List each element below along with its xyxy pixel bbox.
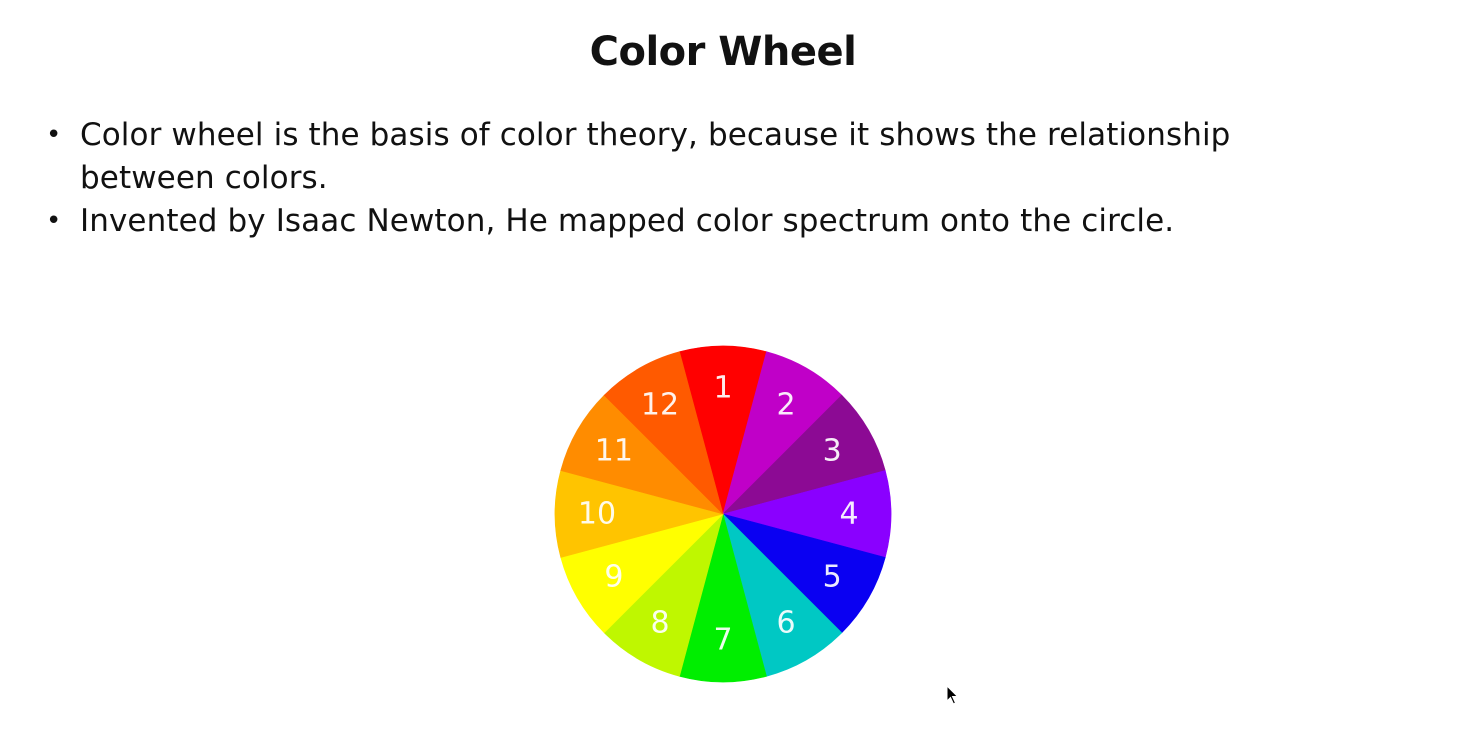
wheel-label-6: 6 [776,606,795,641]
bullet-item: • Invented by Isaac Newton, He mapped co… [46,200,1346,243]
bullet-dot: • [46,120,62,150]
wheel-label-5: 5 [823,560,842,595]
bullet-item: • Color wheel is the basis of color theo… [46,114,1346,200]
bullet-text: Invented by Isaac Newton, He mapped colo… [80,203,1175,239]
mouse-pointer-icon [946,685,959,705]
wheel-label-10: 10 [578,497,616,532]
wheel-label-11: 11 [595,434,633,469]
color-wheel-graphic: 1 23456789101112 [554,345,892,683]
bullet-dot: • [46,206,62,236]
slide-title: Color Wheel [589,29,857,75]
wheel-label-7: 7 [713,623,732,658]
wheel-label-2: 2 [776,387,795,422]
wheel-label-12: 12 [641,387,679,422]
wheel-label-9: 9 [604,560,623,595]
wheel-label-8: 8 [650,606,669,641]
bullet-list: • Color wheel is the basis of color theo… [46,114,1346,243]
wheel-label-1: 1 [713,371,732,406]
bullet-text: Color wheel is the basis of color theory… [80,117,1231,196]
wheel-label-3: 3 [823,434,842,469]
wheel-label-4: 4 [839,497,858,532]
color-wheel: 1 2 3 4 5 6 7 8 9 10 11 12 [553,344,893,684]
